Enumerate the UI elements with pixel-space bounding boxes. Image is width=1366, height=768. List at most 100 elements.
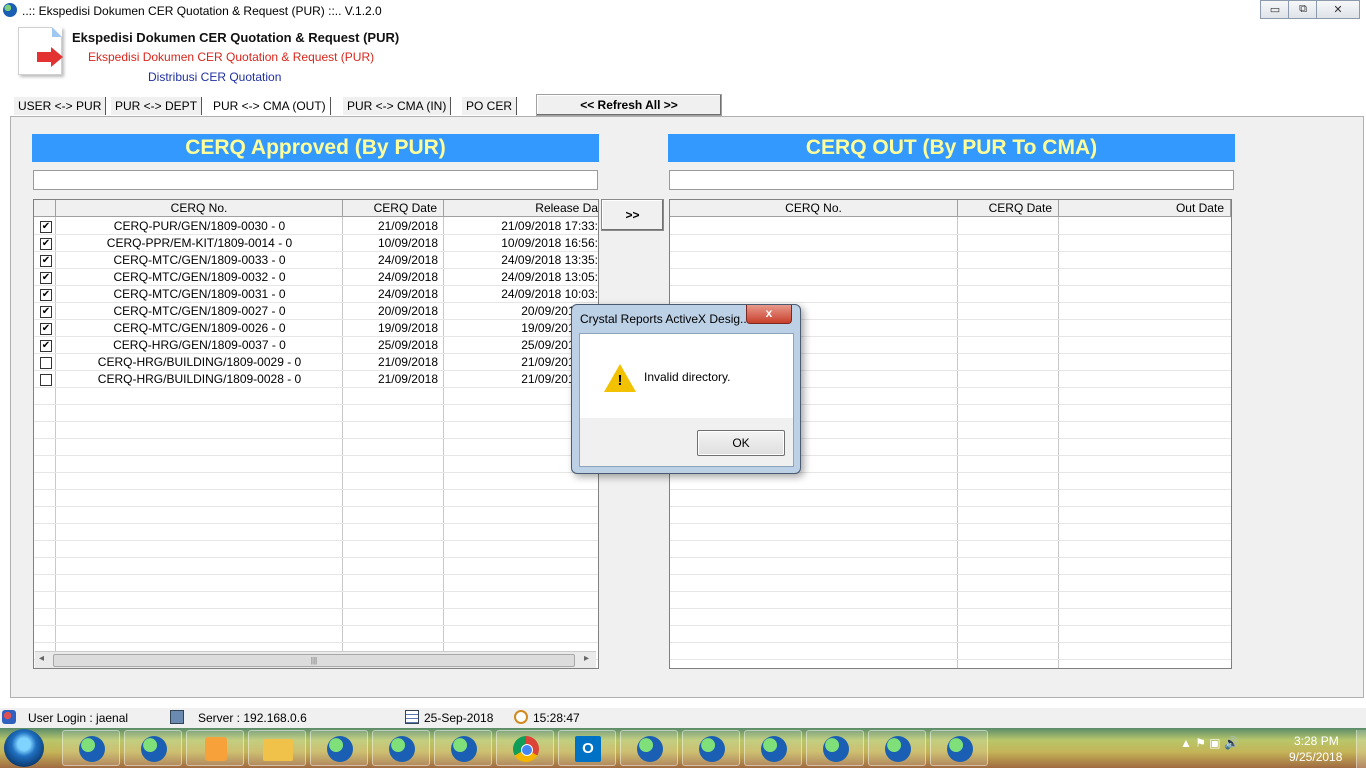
calendar-icon xyxy=(405,710,419,724)
table-row[interactable]: ✔ CERQ-MTC/GEN/1809-0027 - 0 20/09/2018 20/… xyxy=(34,303,598,320)
cell-cerq-date: 10/09/2018 xyxy=(377,236,438,250)
taskbar-media-player[interactable] xyxy=(186,730,244,766)
taskbar-clock-time[interactable]: 3:28 PM xyxy=(1294,734,1339,748)
refresh-all-button[interactable]: << Refresh All >> xyxy=(536,94,722,116)
table-row[interactable]: ✔ CERQ-MTC/GEN/1809-0033 - 0 24/09/2018 24/… xyxy=(34,252,598,269)
table-row[interactable]: ✔ CERQ-PUR/GEN/1809-0030 - 0 21/09/2018 21/… xyxy=(34,218,598,235)
cell-release-date: 24/09/2018 13:35: xyxy=(501,253,598,267)
taskbar-app-globe-2[interactable] xyxy=(124,730,182,766)
taskbar-app-globe-5[interactable] xyxy=(434,730,492,766)
row-checkbox[interactable] xyxy=(40,357,52,369)
chrome-icon xyxy=(513,736,539,762)
cell-release-date: 21/09/2018 17:33: xyxy=(501,219,598,233)
ok-button[interactable]: OK xyxy=(697,430,785,456)
row-checkbox[interactable]: ✔ xyxy=(40,238,52,250)
taskbar-app-globe-1[interactable] xyxy=(62,730,120,766)
globe-app-icon[interactable] xyxy=(3,3,17,17)
taskbar-app-globe-7[interactable] xyxy=(682,730,740,766)
cell-cerq-no: CERQ-MTC/GEN/1809-0032 - 0 xyxy=(113,270,286,284)
cell-release-date: 24/09/2018 10:03: xyxy=(501,287,598,301)
dialog-message: Invalid directory. xyxy=(644,370,731,384)
taskbar-app-globe-10[interactable] xyxy=(868,730,926,766)
table-row[interactable]: ✔ CERQ-HRG/GEN/1809-0037 - 0 25/09/2018 25/… xyxy=(34,337,598,354)
cell-cerq-date: 20/09/2018 xyxy=(377,304,438,318)
table-row[interactable]: ✔ CERQ-MTC/GEN/1809-0026 - 0 19/09/2018 19/… xyxy=(34,320,598,337)
table-row[interactable]: CERQ-HRG/BUILDING/1809-0029 - 0 21/09/201… xyxy=(34,354,598,371)
table-row[interactable]: CERQ-HRG/BUILDING/1809-0028 - 0 21/09/201… xyxy=(34,371,598,388)
media-player-icon xyxy=(205,737,227,761)
globe-icon xyxy=(637,736,663,762)
folder-icon xyxy=(263,739,293,761)
status-date: 25-Sep-2018 xyxy=(424,711,494,725)
dialog-close-button[interactable]: x xyxy=(746,305,792,324)
row-checkbox[interactable]: ✔ xyxy=(40,289,52,301)
globe-icon xyxy=(389,736,415,762)
cell-cerq-date: 21/09/2018 xyxy=(377,355,438,369)
taskbar-app-globe-11[interactable] xyxy=(930,730,988,766)
users-icon xyxy=(2,710,16,724)
cell-cerq-no: CERQ-MTC/GEN/1809-0033 - 0 xyxy=(113,253,286,267)
table-row[interactable]: ✔ CERQ-PPR/EM-KIT/1809-0014 - 0 10/09/2018… xyxy=(34,235,598,252)
taskbar-app-globe-4[interactable] xyxy=(372,730,430,766)
taskbar-app-globe-3[interactable] xyxy=(310,730,368,766)
taskbar-app-globe-8[interactable] xyxy=(744,730,802,766)
show-desktop-button[interactable] xyxy=(1356,730,1366,768)
table-row[interactable]: ✔ CERQ-MTC/GEN/1809-0031 - 0 24/09/2018 24/… xyxy=(34,286,598,303)
cell-cerq-no: CERQ-MTC/GEN/1809-0027 - 0 xyxy=(113,304,286,318)
globe-icon xyxy=(699,736,725,762)
column-header-cerq-no[interactable]: CERQ No. xyxy=(56,200,343,217)
taskbar-app-globe-9[interactable] xyxy=(806,730,864,766)
taskbar-outlook[interactable]: O xyxy=(558,730,616,766)
scroll-thumb[interactable]: ||| xyxy=(53,654,575,667)
row-checkbox[interactable]: ✔ xyxy=(40,323,52,335)
taskbar-app-globe-6[interactable] xyxy=(620,730,678,766)
move-to-out-button[interactable]: >> xyxy=(601,199,664,231)
tab-pur-dept[interactable]: PUR <-> DEPT xyxy=(111,97,203,115)
maximize-button[interactable]: ⧉ xyxy=(1288,0,1318,19)
cell-cerq-date: 21/09/2018 xyxy=(377,372,438,386)
right-panel-title: CERQ OUT (By PUR To CMA) xyxy=(668,134,1235,162)
column-header-release-date[interactable]: Release Da xyxy=(444,200,598,217)
minimize-button[interactable]: ▭ xyxy=(1260,0,1290,19)
left-panel-title: CERQ Approved (By PUR) xyxy=(32,134,599,162)
taskbar-chrome[interactable] xyxy=(496,730,554,766)
system-tray-icons[interactable]: ▲ ⚑ ▣ 🔊 xyxy=(1180,736,1280,760)
taskbar-clock-date[interactable]: 9/25/2018 xyxy=(1289,750,1342,764)
close-button[interactable]: ✕ xyxy=(1316,0,1360,19)
left-filter-input[interactable] xyxy=(33,170,598,190)
row-checkbox[interactable]: ✔ xyxy=(40,255,52,267)
row-checkbox[interactable]: ✔ xyxy=(40,340,52,352)
cell-cerq-no: CERQ-PUR/GEN/1809-0030 - 0 xyxy=(113,219,286,233)
column-header-cerq-no[interactable]: CERQ No. xyxy=(670,200,958,217)
column-header-cerq-date[interactable]: CERQ Date xyxy=(343,200,444,217)
scroll-right-arrow[interactable]: ▸ xyxy=(584,653,589,664)
column-header-out-date[interactable]: Out Date xyxy=(1059,200,1231,217)
row-checkbox[interactable]: ✔ xyxy=(40,306,52,318)
table-row[interactable]: ✔ CERQ-MTC/GEN/1809-0032 - 0 24/09/2018 24/… xyxy=(34,269,598,286)
horizontal-scrollbar[interactable]: ◂ ||| ▸ xyxy=(35,651,596,668)
window-title: ..:: Ekspedisi Dokumen CER Quotation & R… xyxy=(22,4,382,18)
cell-release-date: 10/09/2018 16:56: xyxy=(501,236,598,250)
row-checkbox[interactable]: ✔ xyxy=(40,221,52,233)
right-filter-input[interactable] xyxy=(669,170,1234,190)
tab-user-pur[interactable]: USER <-> PUR xyxy=(14,97,107,115)
dialog-title: Crystal Reports ActiveX Desig... xyxy=(580,312,751,326)
cell-cerq-date: 19/09/2018 xyxy=(377,321,438,335)
status-time: 15:28:47 xyxy=(533,711,580,725)
grid-header: CERQ No. CERQ Date Out Date xyxy=(670,200,1231,217)
cerq-approved-grid[interactable]: CERQ No. CERQ Date Release Da ✔ CERQ-PUR/… xyxy=(33,199,599,669)
row-checkbox[interactable] xyxy=(40,374,52,386)
start-button[interactable] xyxy=(4,729,44,767)
cell-cerq-no: CERQ-PPR/EM-KIT/1809-0014 - 0 xyxy=(106,236,293,250)
tab-po-cer[interactable]: PO CER xyxy=(462,97,518,115)
scroll-left-arrow[interactable]: ◂ xyxy=(39,653,44,664)
header-title: Ekspedisi Dokumen CER Quotation & Reques… xyxy=(72,30,400,45)
row-checkbox[interactable]: ✔ xyxy=(40,272,52,284)
tab-pur-cma-in[interactable]: PUR <-> CMA (IN) xyxy=(343,97,452,115)
globe-icon xyxy=(823,736,849,762)
taskbar-file-explorer[interactable] xyxy=(248,730,306,766)
globe-icon xyxy=(327,736,353,762)
column-header-cerq-date[interactable]: CERQ Date xyxy=(958,200,1059,217)
tab-pur-cma-out[interactable]: PUR <-> CMA (OUT) xyxy=(209,97,331,115)
cell-cerq-no: CERQ-HRG/BUILDING/1809-0029 - 0 xyxy=(97,355,302,369)
